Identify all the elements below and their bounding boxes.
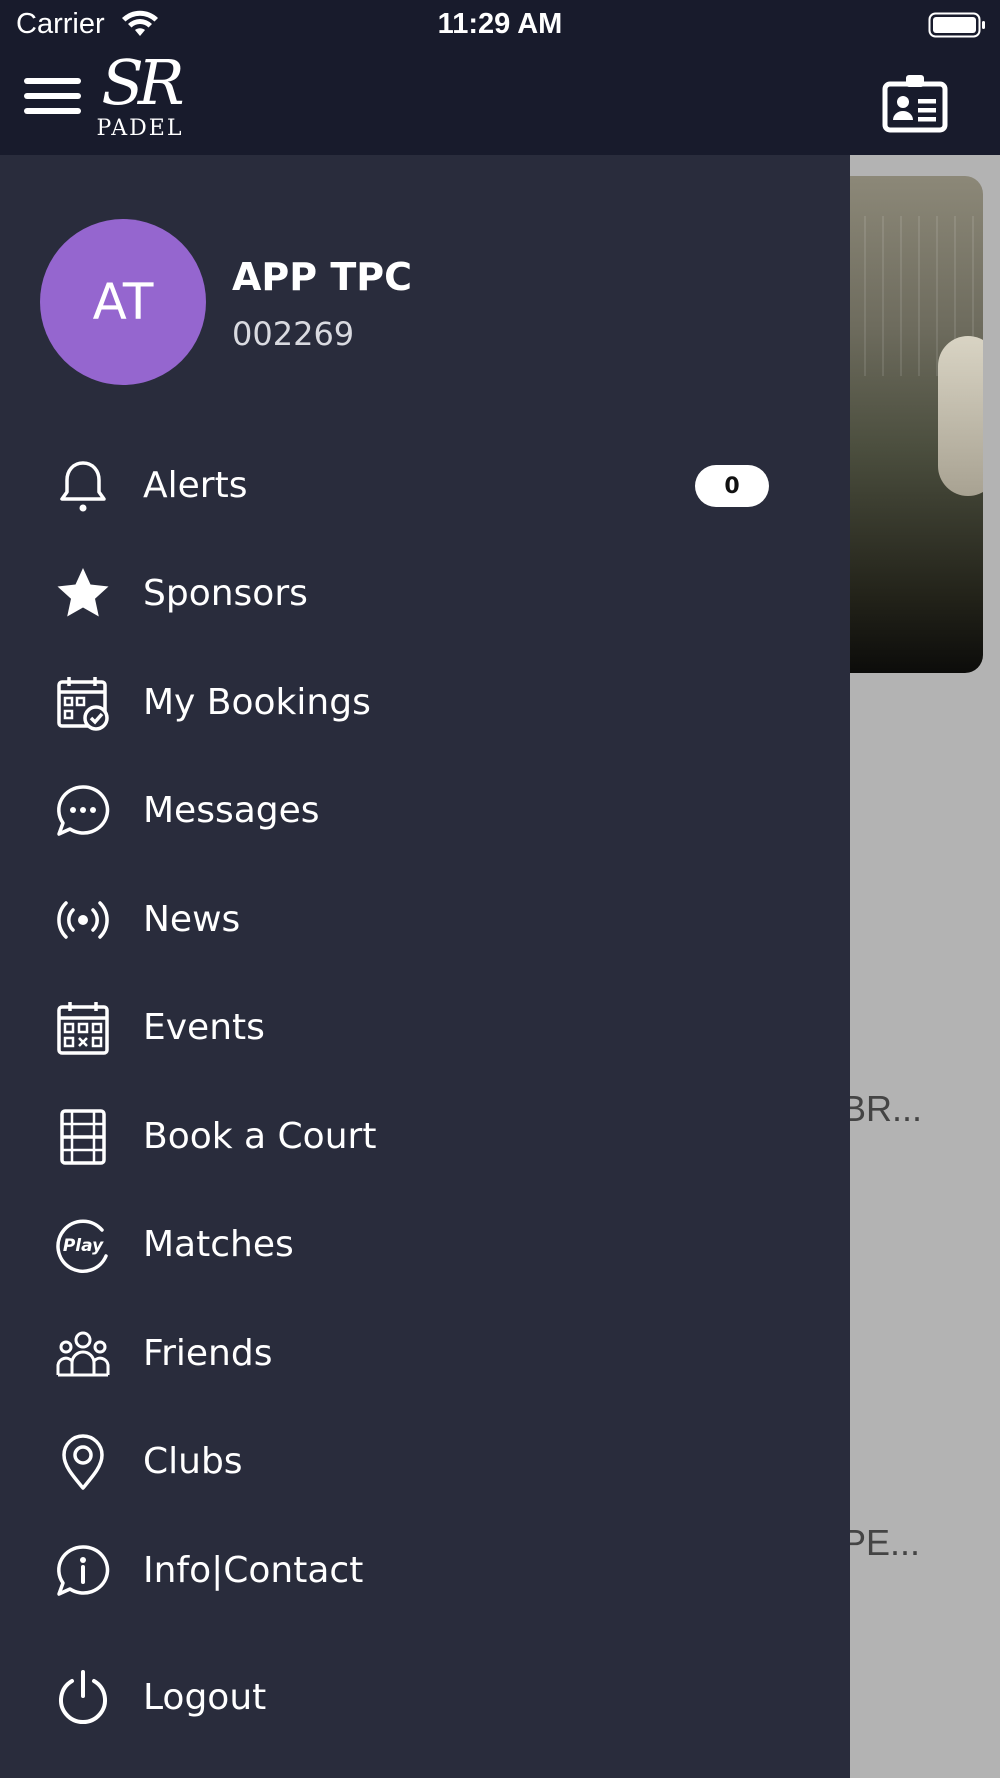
- battery-icon: [928, 12, 985, 38]
- star-icon: [57, 568, 109, 617]
- profile-name: APP TPC: [232, 255, 412, 299]
- logo-mark: SR: [101, 46, 184, 119]
- side-drawer: AT APP TPC 002269 Alerts 0 Sponsors My B…: [0, 155, 850, 1778]
- menu-label-events: Events: [143, 1007, 265, 1048]
- featured-image[interactable]: [828, 176, 983, 673]
- menu-label-book-a-court: Book a Court: [143, 1116, 377, 1157]
- power-icon: [59, 1670, 107, 1725]
- calendar-check-icon: [57, 677, 109, 731]
- menu-label-clubs: Clubs: [143, 1441, 243, 1482]
- menu-label-alerts: Alerts: [143, 465, 248, 506]
- menu-label-matches: Matches: [143, 1224, 294, 1265]
- location-pin-icon: [62, 1434, 104, 1490]
- group-icon: [56, 1331, 110, 1377]
- menu-item-clubs[interactable]: Clubs: [0, 1417, 850, 1507]
- menu-label-logout: Logout: [143, 1677, 267, 1718]
- menu-item-my-bookings[interactable]: My Bookings: [0, 658, 850, 748]
- logo-text: PADEL: [96, 116, 184, 141]
- menu-item-friends[interactable]: Friends: [0, 1309, 850, 1399]
- app-header: Carrier 11:29 AM SR PADEL: [0, 0, 1000, 155]
- menu-item-book-a-court[interactable]: Book a Court: [0, 1092, 850, 1182]
- court-icon: [60, 1109, 106, 1165]
- calendar-grid-icon: [57, 1002, 109, 1055]
- contact-card-icon[interactable]: [882, 72, 948, 134]
- svg-text:Play: Play: [63, 1236, 104, 1256]
- profile-member-id: 002269: [232, 315, 355, 353]
- menu-item-logout[interactable]: Logout: [0, 1653, 850, 1743]
- menu-label-sponsors: Sponsors: [143, 573, 308, 614]
- menu-label-info-contact: Info|Contact: [143, 1550, 364, 1591]
- menu-label-friends: Friends: [143, 1333, 273, 1374]
- menu-item-alerts[interactable]: Alerts 0: [0, 441, 850, 531]
- menu-icon[interactable]: [24, 78, 81, 118]
- alerts-count-badge: 0: [695, 465, 769, 507]
- play-icon: Play: [56, 1219, 108, 1273]
- menu-item-messages[interactable]: Messages: [0, 766, 850, 856]
- info-bubble-icon: [57, 1545, 110, 1596]
- background-card-title[interactable]: PE...: [842, 1522, 920, 1564]
- avatar[interactable]: AT: [40, 219, 206, 385]
- menu-item-info-contact[interactable]: Info|Contact: [0, 1526, 850, 1616]
- menu-item-events[interactable]: Events: [0, 983, 850, 1073]
- menu-label-messages: Messages: [143, 790, 320, 831]
- background-card-title[interactable]: BR...: [842, 1088, 922, 1130]
- status-time: 11:29 AM: [437, 8, 563, 40]
- menu-label-my-bookings: My Bookings: [143, 682, 371, 723]
- menu-item-sponsors[interactable]: Sponsors: [0, 549, 850, 639]
- menu-label-news: News: [143, 899, 241, 940]
- chat-bubble-icon: [57, 785, 110, 836]
- bell-icon: [60, 461, 106, 512]
- menu-item-matches[interactable]: Play Matches: [0, 1200, 850, 1290]
- menu-item-news[interactable]: News: [0, 875, 850, 965]
- logo: SR PADEL: [92, 50, 188, 154]
- broadcast-icon: [57, 901, 109, 939]
